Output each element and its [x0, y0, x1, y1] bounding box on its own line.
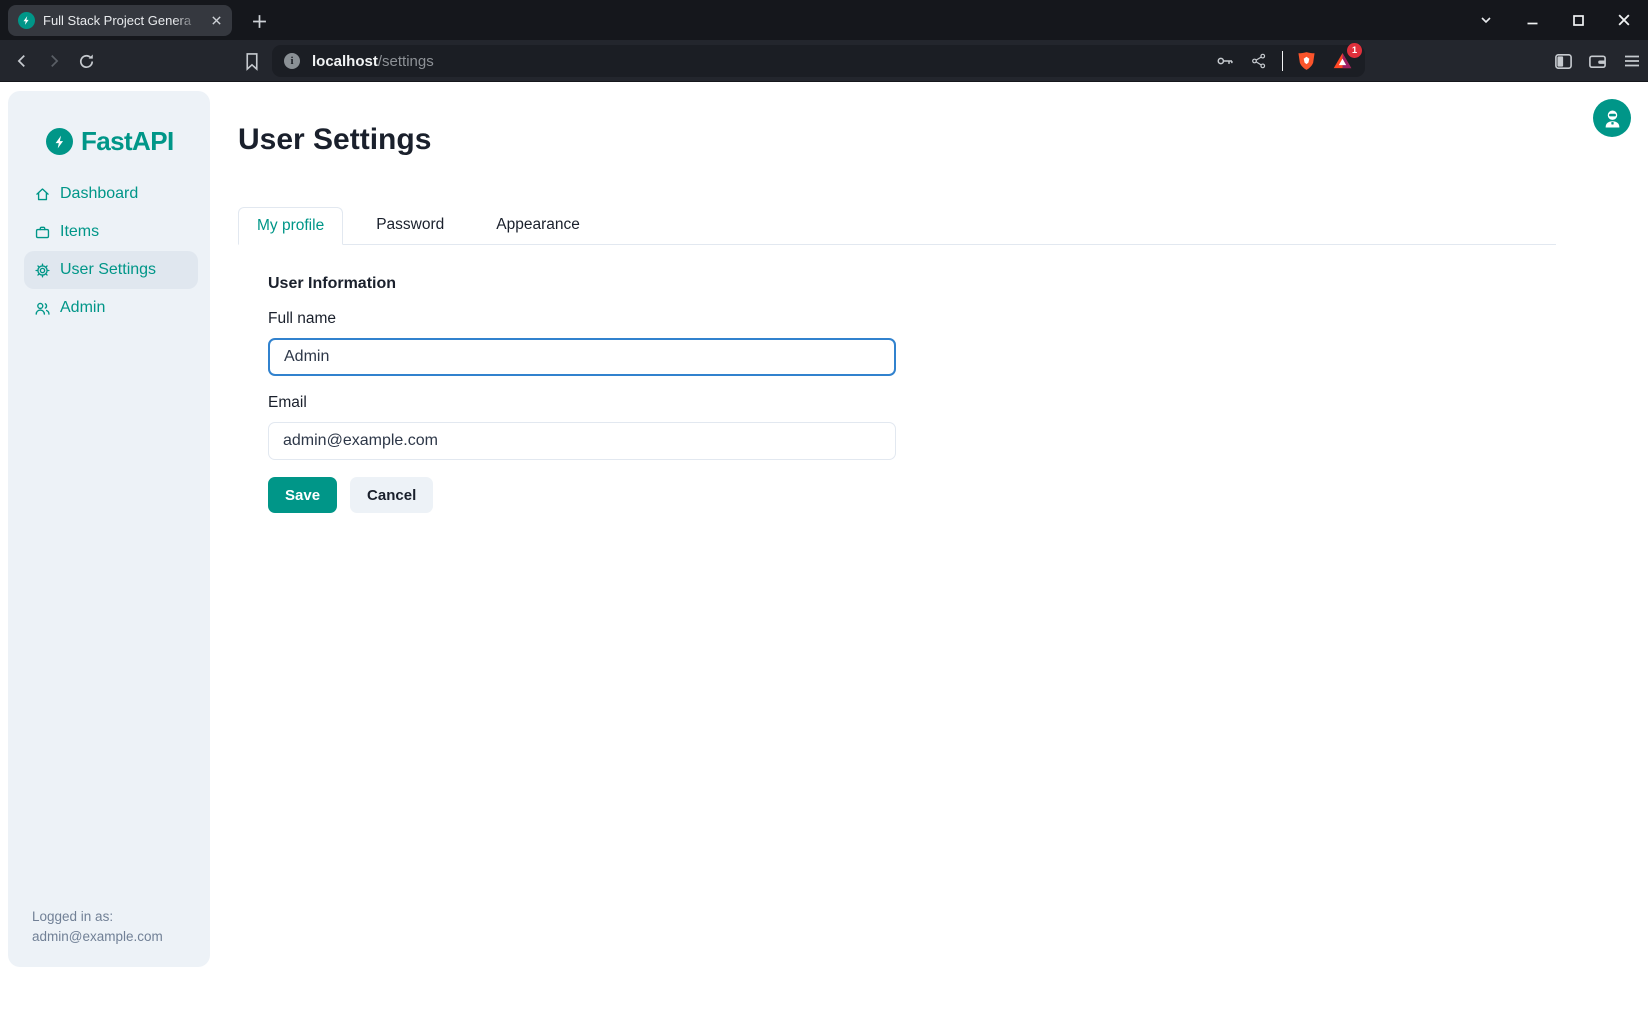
logged-in-info: Logged in as: admin@example.com — [32, 907, 163, 947]
sidebar-item-label: Admin — [60, 299, 105, 317]
share-icon[interactable] — [1246, 48, 1272, 74]
sidebar-item-items[interactable]: Items — [24, 213, 198, 251]
new-tab-button[interactable] — [246, 8, 272, 34]
wallet-icon[interactable] — [1585, 49, 1609, 73]
settings-tabs: My profile Password Appearance — [238, 207, 1556, 245]
window-maximize-icon[interactable] — [1570, 12, 1586, 28]
user-menu-avatar-button[interactable] — [1593, 99, 1631, 137]
browser-tab-strip: Full Stack Project Genera — [0, 0, 1648, 40]
tab-appearance[interactable]: Appearance — [478, 206, 598, 244]
email-label: Email — [268, 394, 307, 412]
site-info-icon[interactable]: i — [284, 53, 300, 69]
bookmark-icon[interactable] — [240, 49, 264, 73]
main-panel: User Settings My profile Password Appear… — [238, 83, 1556, 1025]
url-bar[interactable]: i localhost/settings 1 — [272, 45, 1365, 77]
sidebar-item-admin[interactable]: Admin — [24, 289, 198, 327]
tab-my-profile[interactable]: My profile — [238, 207, 343, 245]
full-name-label: Full name — [268, 310, 336, 328]
fastapi-logo: FastAPI — [46, 126, 174, 157]
section-title: User Information — [268, 275, 396, 293]
logged-in-label: Logged in as: — [32, 907, 163, 927]
page-content: FastAPI Dashboard Items User Settings — [0, 83, 1648, 1025]
sidebar-item-label: Dashboard — [60, 185, 138, 203]
cancel-button[interactable]: Cancel — [350, 477, 433, 513]
sidebar-nav: Dashboard Items User Settings Admin — [24, 175, 198, 327]
tab-search-chevron-icon[interactable] — [1478, 12, 1494, 28]
rewards-notification-badge: 1 — [1347, 43, 1362, 58]
briefcase-icon — [34, 224, 51, 241]
browser-tab[interactable]: Full Stack Project Genera — [8, 5, 232, 36]
forward-icon[interactable] — [42, 49, 66, 73]
full-name-input[interactable] — [268, 338, 896, 376]
window-minimize-icon[interactable] — [1524, 12, 1540, 28]
window-close-icon[interactable] — [1616, 12, 1632, 28]
email-input[interactable] — [268, 422, 896, 460]
fastapi-favicon-bolt-icon — [18, 12, 35, 29]
sidebar-item-dashboard[interactable]: Dashboard — [24, 175, 198, 213]
user-astronaut-icon — [1602, 108, 1623, 129]
sidebar-item-label: User Settings — [60, 261, 156, 279]
sidebar-panel-icon[interactable] — [1551, 49, 1575, 73]
key-icon[interactable] — [1212, 48, 1238, 74]
sidebar-item-label: Items — [60, 223, 99, 241]
save-button[interactable]: Save — [268, 477, 337, 513]
sidebar: FastAPI Dashboard Items User Settings — [8, 91, 210, 967]
logged-in-email: admin@example.com — [32, 927, 163, 947]
logo-text: FastAPI — [81, 126, 174, 157]
browser-toolbar: i localhost/settings 1 — [0, 40, 1648, 82]
gear-icon — [34, 262, 51, 279]
tab-title: Full Stack Project Genera — [43, 13, 200, 29]
reload-icon[interactable] — [74, 49, 98, 73]
tab-close-icon[interactable] — [208, 13, 224, 29]
menu-hamburger-icon[interactable] — [1620, 49, 1644, 73]
users-icon — [34, 300, 51, 317]
page-title: User Settings — [238, 123, 431, 157]
sidebar-item-user-settings[interactable]: User Settings — [24, 251, 198, 289]
home-icon — [34, 186, 51, 203]
toolbar-divider — [1282, 51, 1283, 71]
brave-rewards-icon[interactable]: 1 — [1329, 48, 1355, 74]
tab-password[interactable]: Password — [358, 206, 462, 244]
brave-shield-icon[interactable] — [1293, 48, 1319, 74]
back-icon[interactable] — [10, 49, 34, 73]
url-text: localhost/settings — [312, 53, 434, 70]
fastapi-bolt-icon — [46, 128, 73, 155]
